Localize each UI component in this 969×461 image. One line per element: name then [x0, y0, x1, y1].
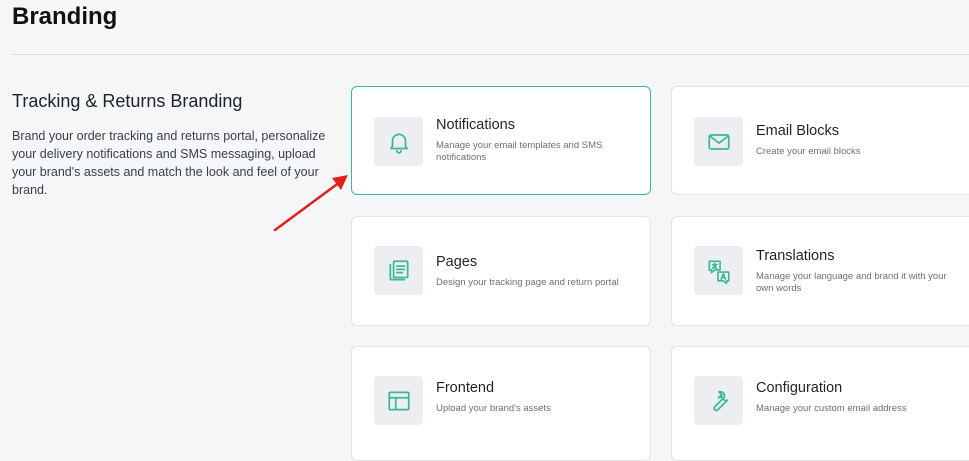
card-title: Email Blocks [756, 123, 839, 139]
notifications-card[interactable]: Notifications Manage your email template… [351, 86, 651, 195]
wrench-icon [694, 376, 743, 425]
pages-card[interactable]: Pages Design your tracking page and retu… [351, 216, 651, 326]
layout-icon [374, 376, 423, 425]
configuration-card[interactable]: Configuration Manage your custom email a… [671, 346, 969, 461]
card-title: Notifications [436, 117, 515, 133]
card-description: Create your email blocks [756, 146, 861, 157]
envelope-icon [694, 117, 743, 166]
frontend-card[interactable]: Frontend Upload your brand's assets [351, 346, 651, 461]
card-description: Manage your language and brand it with y… [756, 270, 947, 294]
card-title: Configuration [756, 380, 843, 396]
card-description: Upload your brand's assets [436, 403, 551, 414]
translations-card[interactable]: Translations Manage your language and br… [671, 216, 969, 326]
document-icon [374, 246, 423, 295]
section-description: Brand your order tracking and returns po… [12, 129, 326, 197]
card-title: Frontend [436, 380, 495, 396]
bell-icon [374, 117, 423, 166]
translate-icon [694, 246, 743, 295]
card-title: Translations [756, 247, 835, 264]
card-description: Design your tracking page and return por… [436, 276, 619, 288]
email-blocks-card[interactable]: Email Blocks Create your email blocks [671, 86, 969, 195]
card-description: Manage your email templates and SMS noti… [436, 140, 603, 163]
card-title: Pages [436, 253, 478, 270]
section-title: Tracking & Returns Branding [12, 91, 243, 111]
card-description: Manage your custom email address [756, 403, 907, 414]
header-divider [12, 54, 969, 55]
page-title: Branding [12, 3, 118, 30]
